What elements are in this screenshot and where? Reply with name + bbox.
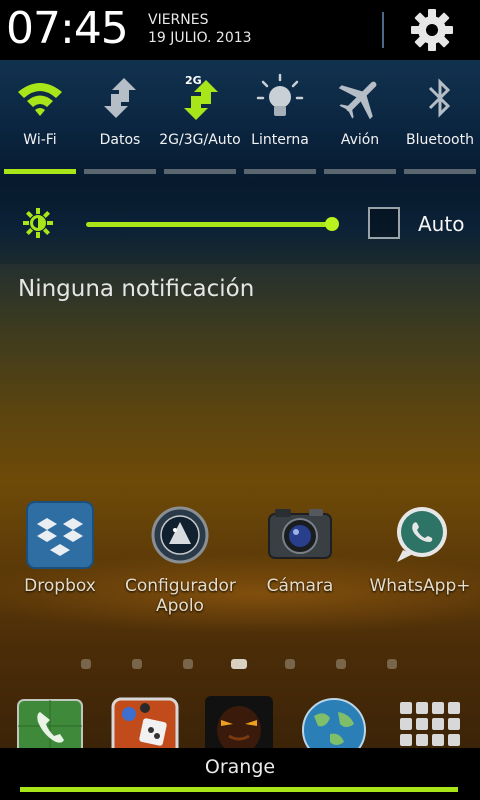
toggle-data-indicator (84, 169, 156, 174)
brightness-row: Auto (0, 184, 480, 264)
settings-gear-icon[interactable] (408, 6, 456, 54)
airplane-icon (334, 72, 386, 124)
toggle-bluetooth[interactable]: Bluetooth (400, 60, 480, 180)
toggle-data-label: Datos (99, 132, 141, 148)
header-divider (382, 12, 384, 48)
carrier-name: Orange (204, 756, 276, 778)
page-dot[interactable] (183, 659, 193, 669)
toggle-airplane[interactable]: Avión (320, 60, 400, 180)
app-dropbox-label: Dropbox (24, 576, 96, 596)
apolo-icon (145, 500, 215, 570)
no-notifications-text: Ninguna notificación (18, 276, 255, 302)
page-dot[interactable] (336, 659, 346, 669)
page-dot[interactable] (132, 659, 142, 669)
brightness-slider-track[interactable] (86, 222, 332, 227)
camera-icon (265, 500, 335, 570)
app-whatsapp[interactable]: WhatsApp+ (365, 500, 475, 596)
flashlight-icon (254, 72, 306, 124)
brightness-icon (22, 207, 54, 239)
network-mode-icon: 2G (174, 72, 226, 124)
date-label: 19 JULIO. 2013 (148, 30, 252, 46)
dock-app-drawer-icon[interactable] (394, 696, 462, 752)
page-indicator (0, 656, 480, 670)
toggle-wifi-indicator (4, 169, 76, 174)
dock-face-icon[interactable] (205, 696, 273, 752)
shade-handle[interactable] (20, 787, 458, 792)
toggle-wifi[interactable]: Wi-Fi (0, 60, 80, 180)
toggle-network-mode-indicator (164, 169, 236, 174)
toggle-flashlight[interactable]: Linterna (240, 60, 320, 180)
app-camera-label: Cámara (266, 576, 334, 596)
auto-brightness-label: Auto (418, 212, 465, 236)
app-camera[interactable]: Cámara (245, 500, 355, 596)
app-dropbox[interactable]: Dropbox (5, 500, 115, 596)
toggle-network-mode-label: 2G/3G/Auto (159, 132, 241, 148)
bluetooth-icon (414, 72, 466, 124)
toggle-wifi-label: Wi-Fi (23, 132, 57, 148)
toggle-network-mode[interactable]: 2G 2G/3G/Auto (159, 60, 241, 180)
dock-phone-icon[interactable] (16, 696, 84, 752)
toggle-flashlight-indicator (244, 169, 316, 174)
data-arrows-icon (94, 72, 146, 124)
clock: 07:45 (6, 3, 129, 54)
toggle-flashlight-label: Linterna (251, 132, 309, 148)
page-dot[interactable] (285, 659, 295, 669)
toggle-bluetooth-label: Bluetooth (406, 132, 474, 148)
app-apolo[interactable]: Configurador Apolo (125, 500, 236, 616)
toggle-airplane-label: Avión (340, 132, 380, 148)
dock-browser-globe-icon[interactable] (300, 696, 368, 752)
auto-brightness-checkbox[interactable] (368, 207, 400, 239)
quick-settings-panel: Wi-Fi Datos 2G 2G/3G/Auto Linterna Avión… (0, 60, 480, 184)
app-whatsapp-label: WhatsApp+ (369, 576, 471, 596)
page-dot-active[interactable] (231, 659, 247, 669)
day-label: VIERNES (148, 12, 209, 28)
page-dot[interactable] (81, 659, 91, 669)
toggle-airplane-indicator (324, 169, 396, 174)
app-apolo-label: Configurador Apolo (125, 576, 236, 616)
wifi-icon (14, 72, 66, 124)
notification-area: Ninguna notificación Dropbox Configurado… (0, 264, 480, 752)
toggle-bluetooth-indicator (404, 169, 476, 174)
network-mode-badge: 2G (185, 74, 202, 87)
brightness-slider-handle[interactable] (325, 217, 339, 231)
dropbox-icon (25, 500, 95, 570)
toggle-data[interactable]: Datos (80, 60, 160, 180)
dock-game-icon[interactable] (111, 696, 179, 752)
status-header: 07:45 VIERNES 19 JULIO. 2013 (0, 0, 480, 61)
page-dot[interactable] (387, 659, 397, 669)
carrier-bar[interactable]: Orange (0, 748, 480, 800)
whatsapp-icon (385, 500, 455, 570)
